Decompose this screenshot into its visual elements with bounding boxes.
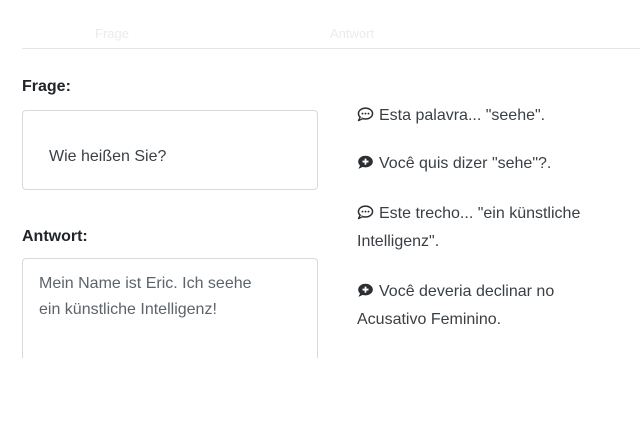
question-label: Frage: bbox=[22, 78, 71, 95]
question-box: Wie heißen Sie? bbox=[22, 110, 318, 190]
feedback-text: Acusativo Feminino. bbox=[357, 311, 502, 328]
comment-outline-icon bbox=[357, 107, 374, 122]
feedback-item: Esta palavra... "seehe". bbox=[357, 102, 637, 130]
comment-plus-icon bbox=[358, 155, 373, 169]
feedback-item: Você deveria declinar no Acusativo Femin… bbox=[357, 278, 637, 334]
feedback-text: Este trecho... "ein künstliche bbox=[379, 205, 581, 222]
answer-label: Antwort: bbox=[22, 228, 88, 245]
feedback-item: Você quis dizer "sehe"?. bbox=[357, 150, 637, 178]
feedback-text: Você deveria declinar no bbox=[379, 283, 555, 300]
feedback-text: Esta palavra... "seehe". bbox=[379, 107, 546, 124]
faded-header-left: Frage bbox=[95, 26, 129, 41]
comment-outline-icon bbox=[357, 205, 374, 220]
answer-text-line-2: ein künstliche Intelligenz! bbox=[39, 301, 217, 318]
faded-header: Frage Antwort bbox=[0, 24, 640, 44]
feedback-item: Este trecho... "ein künstliche Intellige… bbox=[357, 200, 637, 256]
faded-header-right: Antwort bbox=[330, 26, 375, 41]
answer-textarea[interactable]: Mein Name ist Eric. Ich seehe ein künstl… bbox=[22, 258, 318, 358]
feedback-text: Intelligenz". bbox=[357, 233, 440, 250]
question-text: Wie heißen Sie? bbox=[49, 148, 167, 165]
answer-text-line-1: Mein Name ist Eric. Ich seehe bbox=[39, 275, 252, 292]
header-divider bbox=[22, 48, 640, 49]
feedback-text: Você quis dizer "sehe"?. bbox=[379, 155, 552, 172]
comment-plus-icon bbox=[358, 283, 373, 297]
